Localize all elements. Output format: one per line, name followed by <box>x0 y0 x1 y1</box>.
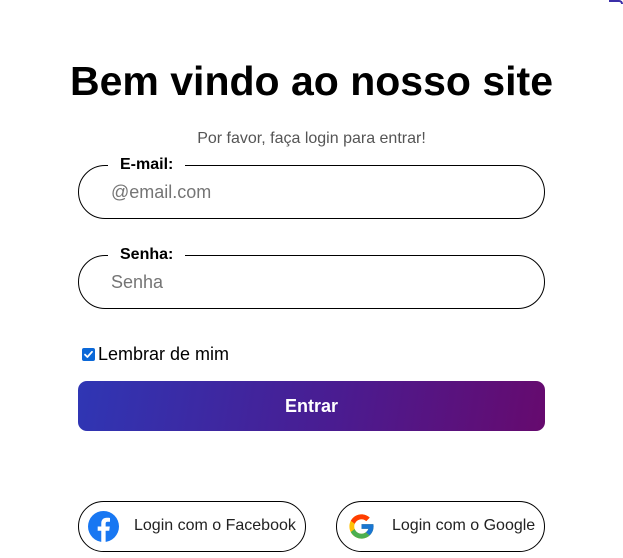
password-field-group: Senha: <box>78 246 545 309</box>
login-button[interactable]: Entrar <box>78 381 545 431</box>
email-input[interactable] <box>111 166 511 218</box>
page-title: Bem vindo ao nosso site <box>70 58 553 104</box>
facebook-icon <box>88 511 119 542</box>
facebook-login-label: Login com o Facebook <box>134 517 296 534</box>
remember-me[interactable]: Lembrar de mim <box>82 344 229 365</box>
google-icon <box>349 514 374 539</box>
google-login-label: Login com o Google <box>392 517 536 534</box>
checkmark-icon <box>84 350 93 358</box>
email-field-group: E-mail: <box>78 156 545 219</box>
password-input[interactable] <box>111 256 511 308</box>
remember-label: Lembrar de mim <box>98 344 230 364</box>
window-corner <box>609 0 623 4</box>
remember-checkbox[interactable] <box>82 348 95 361</box>
facebook-login-button[interactable]: Login com o Facebook <box>78 501 306 552</box>
google-login-button[interactable]: Login com o Google <box>336 501 545 552</box>
page-subtitle: Por favor, faça login para entrar! <box>197 130 426 147</box>
